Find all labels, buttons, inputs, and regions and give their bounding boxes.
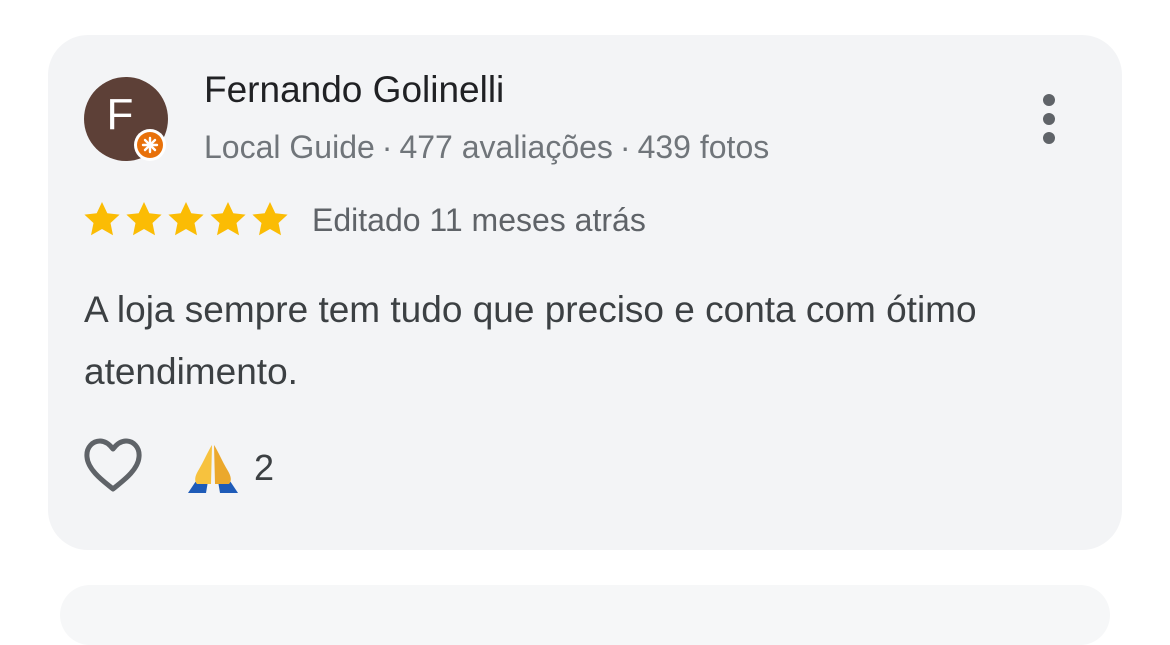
next-review-card [60, 585, 1110, 645]
local-guide-icon [134, 129, 166, 161]
avatar-initial: F [106, 90, 134, 139]
meta-separator: · [381, 129, 393, 165]
star-rating [82, 200, 290, 240]
folded-hands-emoji[interactable] [184, 441, 242, 495]
reaction-count: 2 [254, 447, 275, 488]
star-icon [124, 200, 164, 240]
reviewer-name[interactable]: Fernando Golinelli [204, 69, 504, 111]
heart-outline-icon[interactable] [82, 437, 144, 495]
review-date: Editado 11 meses atrás [312, 202, 646, 238]
star-icon [208, 200, 248, 240]
star-icon [166, 200, 206, 240]
more-vert-icon[interactable] [1034, 93, 1064, 149]
reviewer-photo-count: 439 fotos [637, 129, 770, 165]
reviewer-meta: Local Guide · 477 avaliações · 439 fotos [204, 129, 769, 166]
review-text: A loja sempre tem tudo que preciso e con… [84, 289, 977, 392]
meta-separator: · [619, 129, 631, 165]
reviewer-level: Local Guide [204, 129, 375, 165]
review-card: F Fernando Golinelli Local Guide · 477 ava… [48, 35, 1122, 550]
star-icon [250, 200, 290, 240]
reviewer-review-count: 477 avaliações [399, 129, 613, 165]
star-icon [82, 200, 122, 240]
